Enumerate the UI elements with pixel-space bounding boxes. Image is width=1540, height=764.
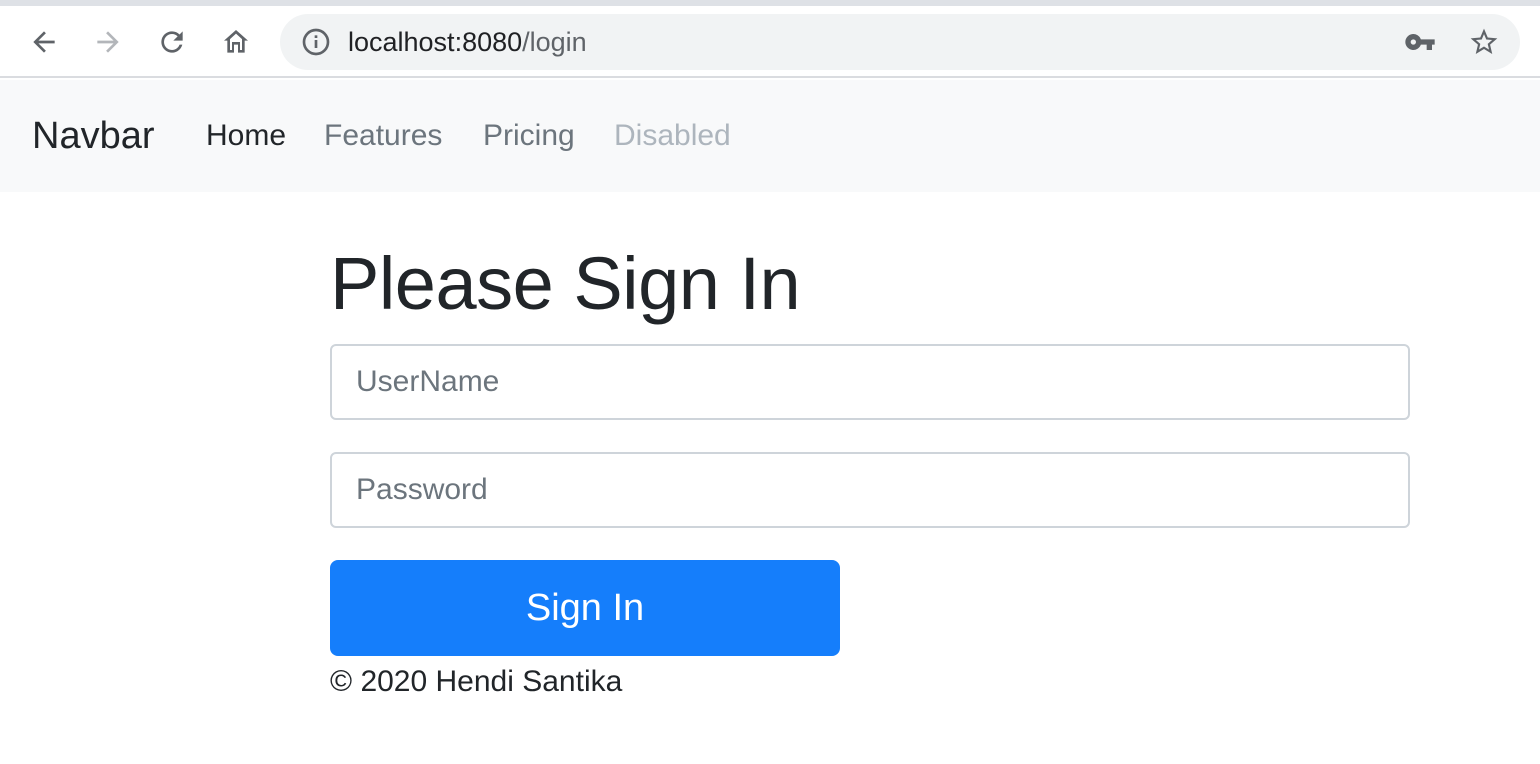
- sign-in-button[interactable]: Sign In: [330, 560, 840, 656]
- home-button[interactable]: [214, 20, 258, 64]
- url-path: /login: [522, 27, 587, 57]
- arrow-right-icon: [97, 31, 119, 53]
- copyright-text: © 2020 Hendi Santika: [330, 665, 623, 698]
- key-icon[interactable]: [1404, 26, 1436, 58]
- arrow-left-icon: [33, 31, 55, 53]
- url-host: localhost:8080: [348, 27, 523, 57]
- home-icon: [224, 30, 248, 53]
- navbar: Navbar Home Features Pricing Disabled: [0, 80, 1540, 192]
- nav-link-pricing[interactable]: Pricing: [483, 80, 575, 192]
- nav-link-features[interactable]: Features: [324, 80, 442, 192]
- address-bar[interactable]: localhost:8080/login: [280, 14, 1520, 70]
- forward-button[interactable]: [86, 20, 130, 64]
- reload-button[interactable]: [150, 20, 194, 64]
- star-icon[interactable]: [1468, 26, 1500, 58]
- page-title: Please Sign In: [330, 242, 801, 325]
- password-input[interactable]: [330, 452, 1410, 528]
- browser-toolbar: localhost:8080/login: [0, 6, 1540, 78]
- reload-icon: [161, 31, 183, 53]
- nav-link-disabled: Disabled: [614, 119, 731, 152]
- url-text[interactable]: localhost:8080/login: [348, 14, 587, 70]
- nav-link-home[interactable]: Home: [206, 80, 286, 192]
- info-icon[interactable]: [300, 26, 332, 58]
- navbar-brand[interactable]: Navbar: [32, 80, 155, 192]
- back-button[interactable]: [22, 20, 66, 64]
- username-input[interactable]: [330, 344, 1410, 420]
